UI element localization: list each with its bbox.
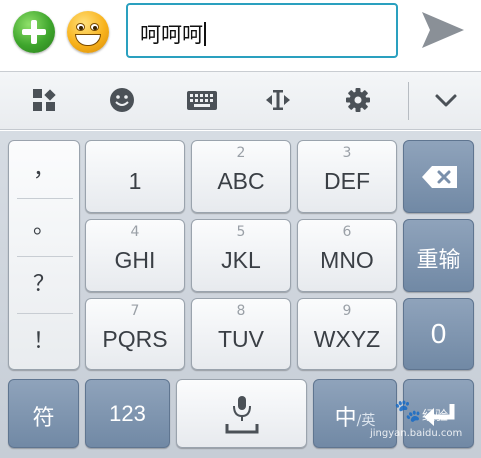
key-5-jkl[interactable]: 5 JKL bbox=[191, 219, 291, 292]
keyboard-toolbar bbox=[0, 72, 481, 130]
paw-logo-icon: 🐾 bbox=[394, 399, 422, 424]
backspace-icon bbox=[422, 166, 457, 188]
punct-exclaim-key[interactable]: ！ bbox=[9, 313, 79, 370]
lang-chinese-label: 中 bbox=[334, 406, 357, 431]
voice-space-key[interactable] bbox=[176, 379, 307, 448]
message-text: 呵呵呵 bbox=[140, 23, 203, 47]
punct-comma-key[interactable]: ， bbox=[9, 141, 79, 198]
toolbar-divider bbox=[408, 82, 409, 120]
emoji-button[interactable] bbox=[67, 11, 109, 53]
microphone-icon bbox=[225, 396, 259, 434]
send-arrow-icon bbox=[422, 12, 464, 48]
emoji-icon[interactable] bbox=[108, 86, 136, 114]
grid-icon[interactable] bbox=[30, 86, 58, 114]
key-7-pqrs[interactable]: 7 PQRS bbox=[85, 298, 185, 370]
compose-bar: 呵呵呵 bbox=[0, 0, 481, 72]
text-caret bbox=[204, 22, 206, 46]
numbers-button[interactable]: 123 bbox=[85, 379, 170, 448]
key-4-ghi[interactable]: 4 GHI bbox=[85, 219, 185, 292]
cursor-move-icon[interactable] bbox=[264, 86, 292, 114]
key-0[interactable]: 0 bbox=[403, 298, 474, 370]
add-attachment-button[interactable] bbox=[13, 11, 55, 53]
key-8-tuv[interactable]: 8 TUV bbox=[191, 298, 291, 370]
baidu-watermark: 🐾 经验 jingyan.baidu.com bbox=[368, 399, 478, 447]
message-input[interactable]: 呵呵呵 bbox=[126, 3, 398, 58]
key-1[interactable]: 1 bbox=[85, 140, 185, 213]
key-6-mno[interactable]: 6 MNO bbox=[297, 219, 397, 292]
punct-period-key[interactable]: 。 bbox=[9, 198, 79, 255]
watermark-url: jingyan.baidu.com bbox=[370, 428, 463, 439]
reinput-button[interactable]: 重输 bbox=[403, 219, 474, 292]
send-button[interactable] bbox=[418, 8, 468, 52]
keyboard-icon[interactable] bbox=[186, 86, 218, 114]
symbols-button[interactable]: 符 bbox=[8, 379, 79, 448]
key-3-def[interactable]: 3 DEF bbox=[297, 140, 397, 213]
key-2-abc[interactable]: 2 ABC bbox=[191, 140, 291, 213]
backspace-button[interactable] bbox=[403, 140, 474, 213]
punctuation-column: ， 。 ？ ！ bbox=[8, 140, 80, 370]
chevron-down-icon[interactable] bbox=[432, 86, 460, 114]
watermark-text: 经验 bbox=[422, 409, 449, 424]
key-9-wxyz[interactable]: 9 WXYZ bbox=[297, 298, 397, 370]
punct-question-key[interactable]: ？ bbox=[9, 256, 79, 313]
gear-icon[interactable] bbox=[344, 86, 372, 114]
smiley-face-icon bbox=[76, 23, 85, 31]
